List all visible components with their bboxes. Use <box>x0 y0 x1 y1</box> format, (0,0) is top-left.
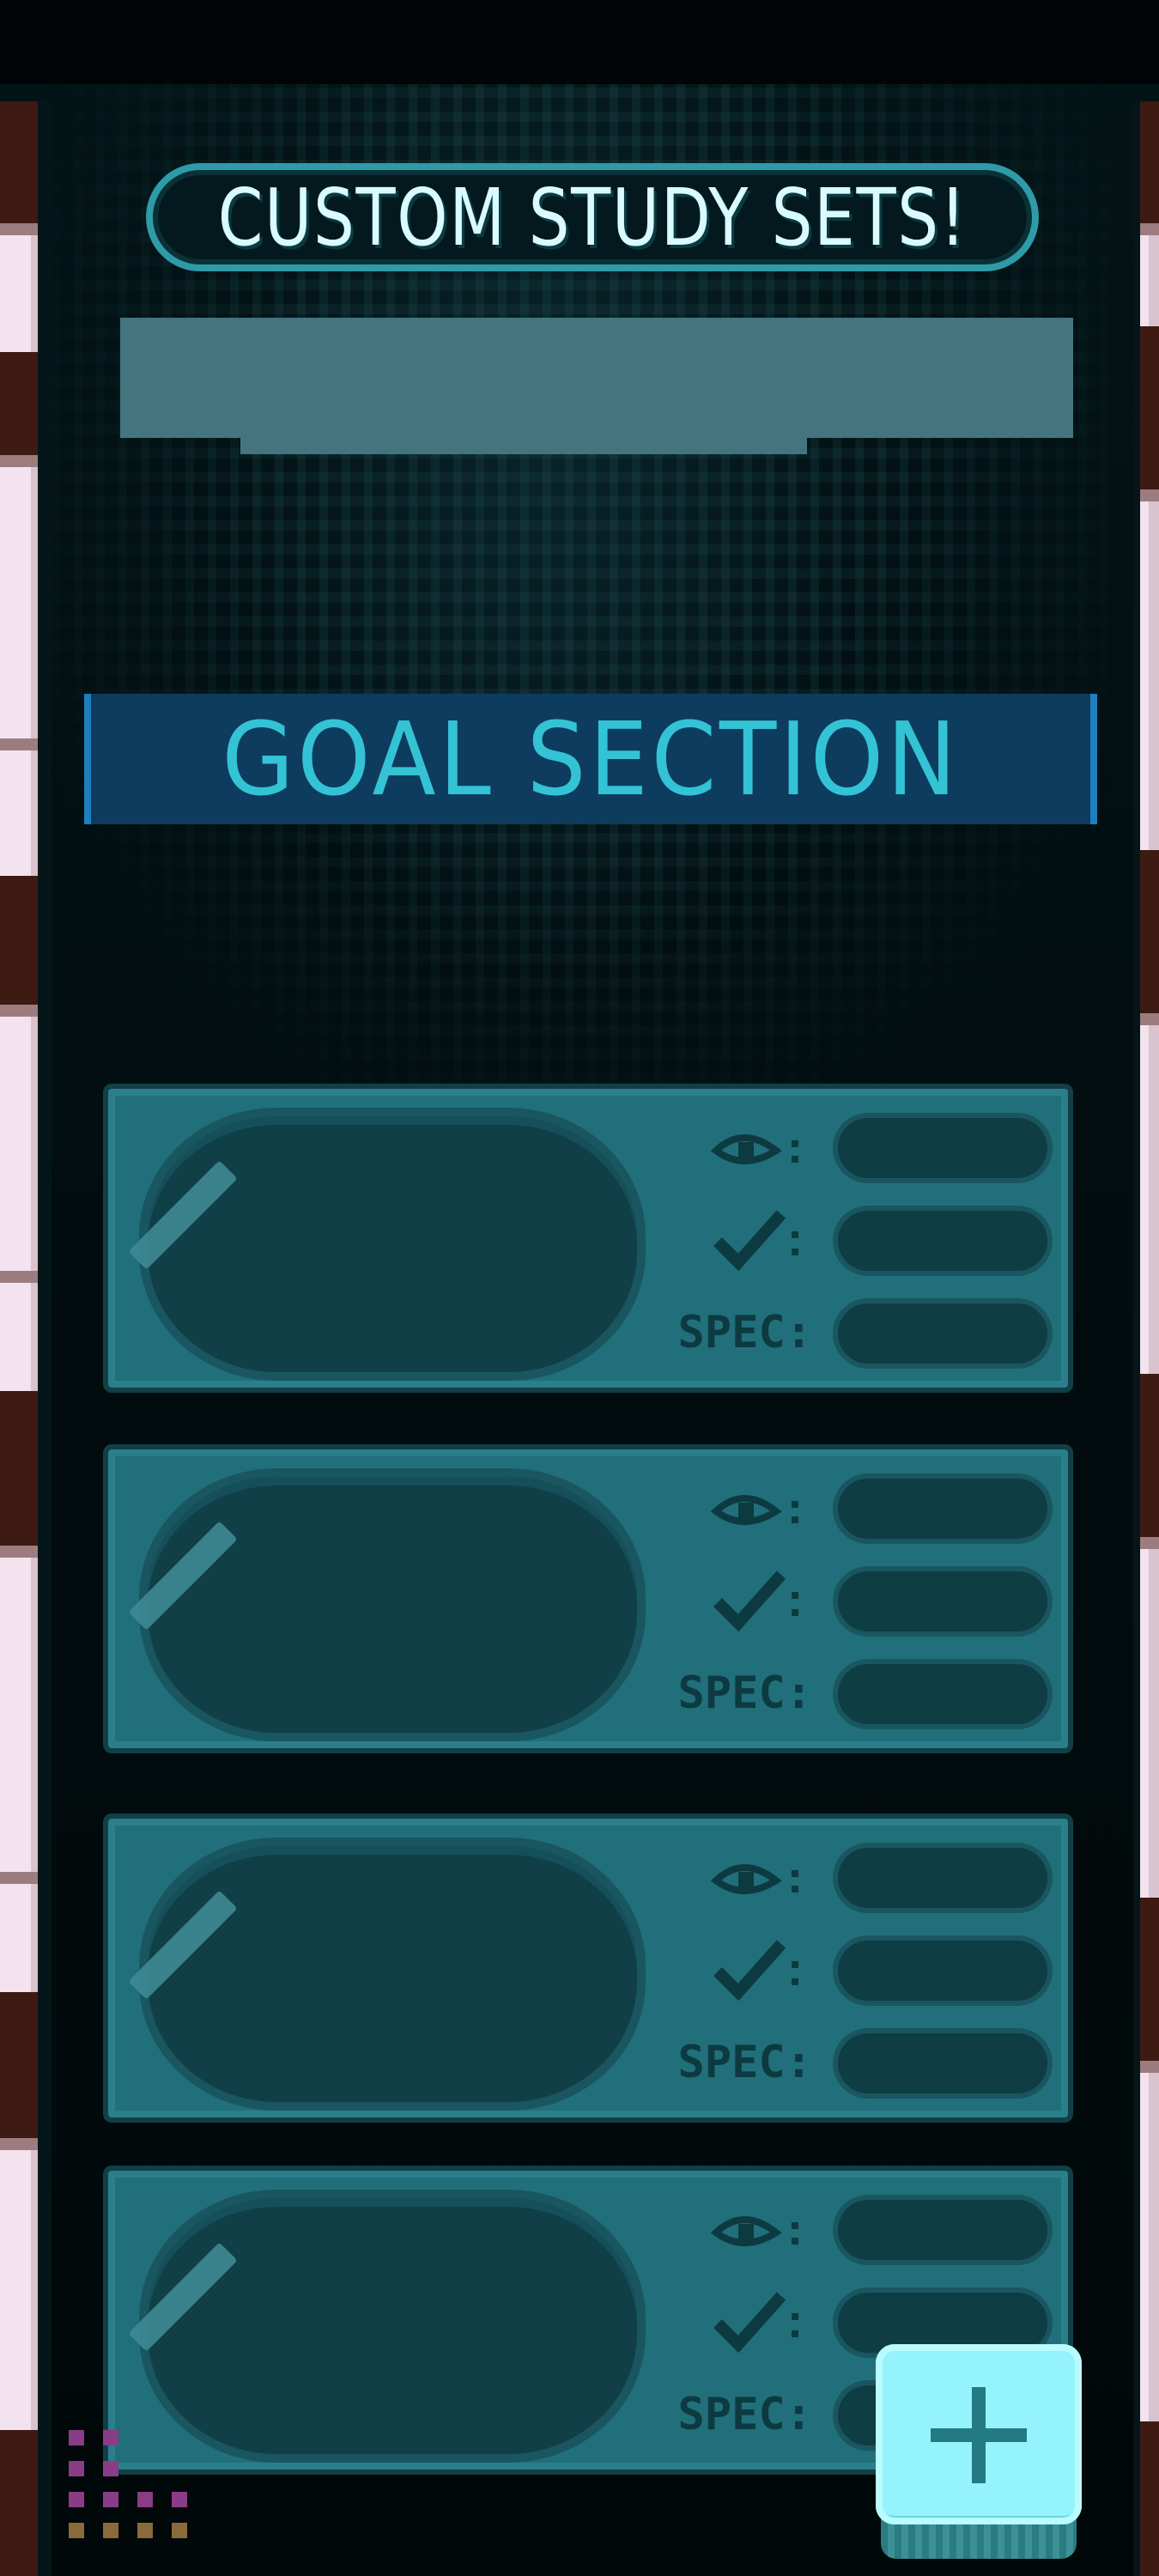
correct-value <box>833 1566 1053 1637</box>
add-study-set-button[interactable] <box>876 2344 1082 2559</box>
eye-icon <box>709 1121 812 1173</box>
study-set-card[interactable]: SPEC: <box>103 1444 1073 1753</box>
card-preview-slot[interactable] <box>139 1108 646 1381</box>
spec-label: SPEC: <box>677 2389 812 2440</box>
card-preview-slot[interactable] <box>139 1838 646 2111</box>
eye-icon <box>709 2203 812 2255</box>
views-value <box>833 1843 1053 1913</box>
check-icon <box>709 2287 812 2356</box>
eye-icon <box>709 1482 812 1534</box>
rail-inner-edge <box>38 101 52 2576</box>
stat-row-spec: SPEC: <box>649 1291 1053 1374</box>
eye-icon <box>709 1851 812 1903</box>
title-banner: CUSTOM STUDY SETS! <box>146 163 1039 271</box>
study-set-card[interactable]: SPEC: <box>103 1084 1073 1393</box>
spec-value <box>833 2028 1053 2099</box>
stat-row-correct <box>649 1559 1053 1642</box>
goal-section-header[interactable]: GOAL SECTION <box>84 694 1097 824</box>
views-value <box>833 1473 1053 1544</box>
game-screen: CUSTOM STUDY SETS! GOAL SECTION SPEC: S… <box>0 0 1159 2576</box>
input-underside <box>240 434 807 454</box>
spec-label: SPEC: <box>677 1668 812 1719</box>
correct-value <box>833 1935 1053 2006</box>
stat-row-correct <box>649 1929 1053 2011</box>
set-name-input[interactable] <box>120 318 1073 438</box>
stat-row-views <box>649 1106 1053 1188</box>
spec-value <box>833 1298 1053 1369</box>
stat-row-spec: SPEC: <box>649 1652 1053 1735</box>
check-icon <box>709 1566 812 1635</box>
check-icon <box>709 1935 812 2004</box>
left-rail <box>0 101 52 2576</box>
correct-value <box>833 1206 1053 1276</box>
spec-label: SPEC: <box>677 1307 812 1358</box>
right-rail <box>1133 101 1159 2576</box>
top-bar <box>0 0 1159 84</box>
stat-row-spec: SPEC: <box>649 2021 1053 2104</box>
card-preview-slot[interactable] <box>139 1468 646 1741</box>
stat-row-views <box>649 2188 1053 2270</box>
views-value <box>833 2195 1053 2265</box>
spec-value <box>833 1659 1053 1729</box>
goal-section-label: GOAL SECTION <box>221 700 960 818</box>
study-set-card[interactable]: SPEC: <box>103 1814 1073 2123</box>
check-icon <box>709 1206 812 1274</box>
stat-row-views <box>649 1836 1053 1918</box>
corner-pixel-decoration <box>60 2430 215 2576</box>
rail-inner-edge <box>1133 101 1140 2576</box>
spec-label: SPEC: <box>677 2037 812 2088</box>
views-value <box>833 1113 1053 1183</box>
card-preview-slot[interactable] <box>139 2190 646 2463</box>
page-title: CUSTOM STUDY SETS! <box>217 171 968 264</box>
stat-row-correct <box>649 1199 1053 1281</box>
stat-row-views <box>649 1467 1053 1549</box>
